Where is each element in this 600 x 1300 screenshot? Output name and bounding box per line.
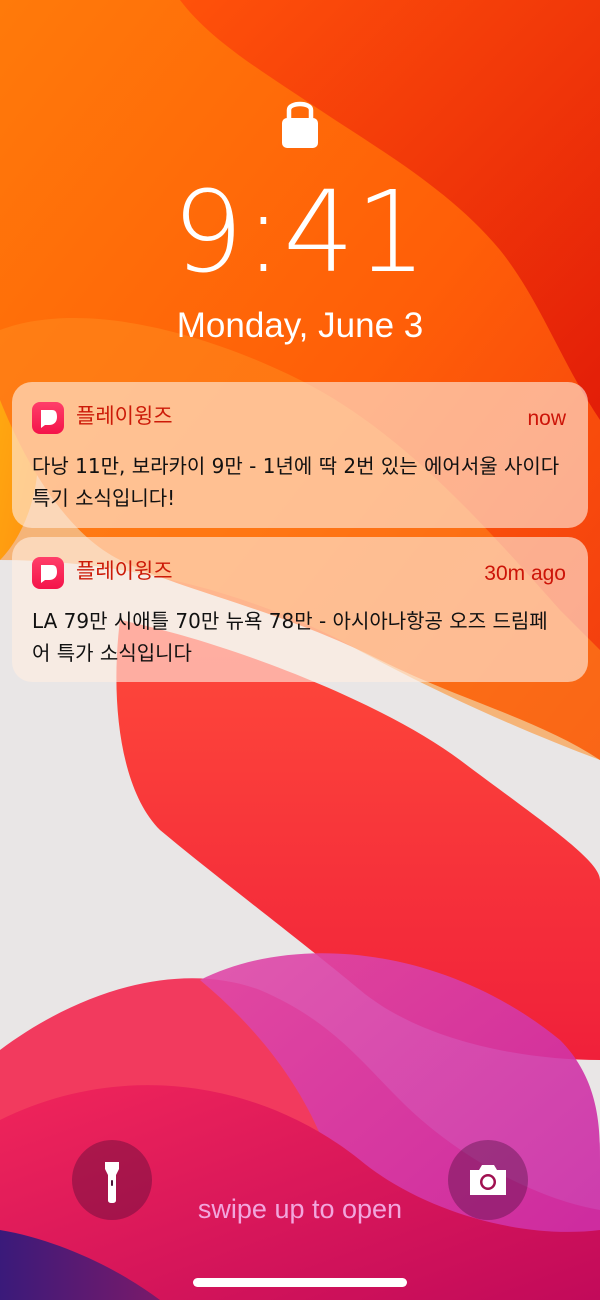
notification-body: 다낭 11만, 보라카이 9만 - 1년에 딱 2번 있는 에어서울 사이다 특…: [32, 454, 560, 510]
app-name: 플레이윙즈: [76, 560, 173, 583]
chat-bubble-icon: [41, 410, 57, 428]
notification-card[interactable]: 플레이윙즈 30m ago LA 79만 시애틀 70만 뉴욕 78만 - 아시…: [12, 537, 588, 682]
app-icon: [32, 402, 64, 434]
chat-bubble-icon: [41, 565, 57, 583]
notification-card[interactable]: 플레이윙즈 now 다낭 11만, 보라카이 9만 - 1년에 딱 2번 있는 …: [12, 382, 588, 528]
app-name: 플레이윙즈: [76, 405, 173, 428]
clock-time: 9:41: [172, 168, 428, 298]
notification-time: 30m ago: [484, 562, 566, 585]
notification-header: 플레이윙즈 now: [32, 400, 568, 434]
notification-time: now: [527, 407, 566, 430]
swipe-up-hint: swipe up to open: [197, 1194, 403, 1224]
app-icon: [32, 557, 64, 589]
notification-body: LA 79만 시애틀 70만 뉴욕 78만 - 아시아나항공 오즈 드림페어 특…: [32, 609, 548, 665]
lock-icon: [282, 101, 318, 148]
home-indicator[interactable]: [193, 1278, 407, 1287]
notification-header: 플레이윙즈 30m ago: [32, 555, 568, 589]
clock-date: Monday, June 3: [176, 306, 424, 345]
lock-screen: 9:41 Monday, June 3 플레이윙즈 now 다낭 11만, 보라…: [0, 0, 600, 1300]
